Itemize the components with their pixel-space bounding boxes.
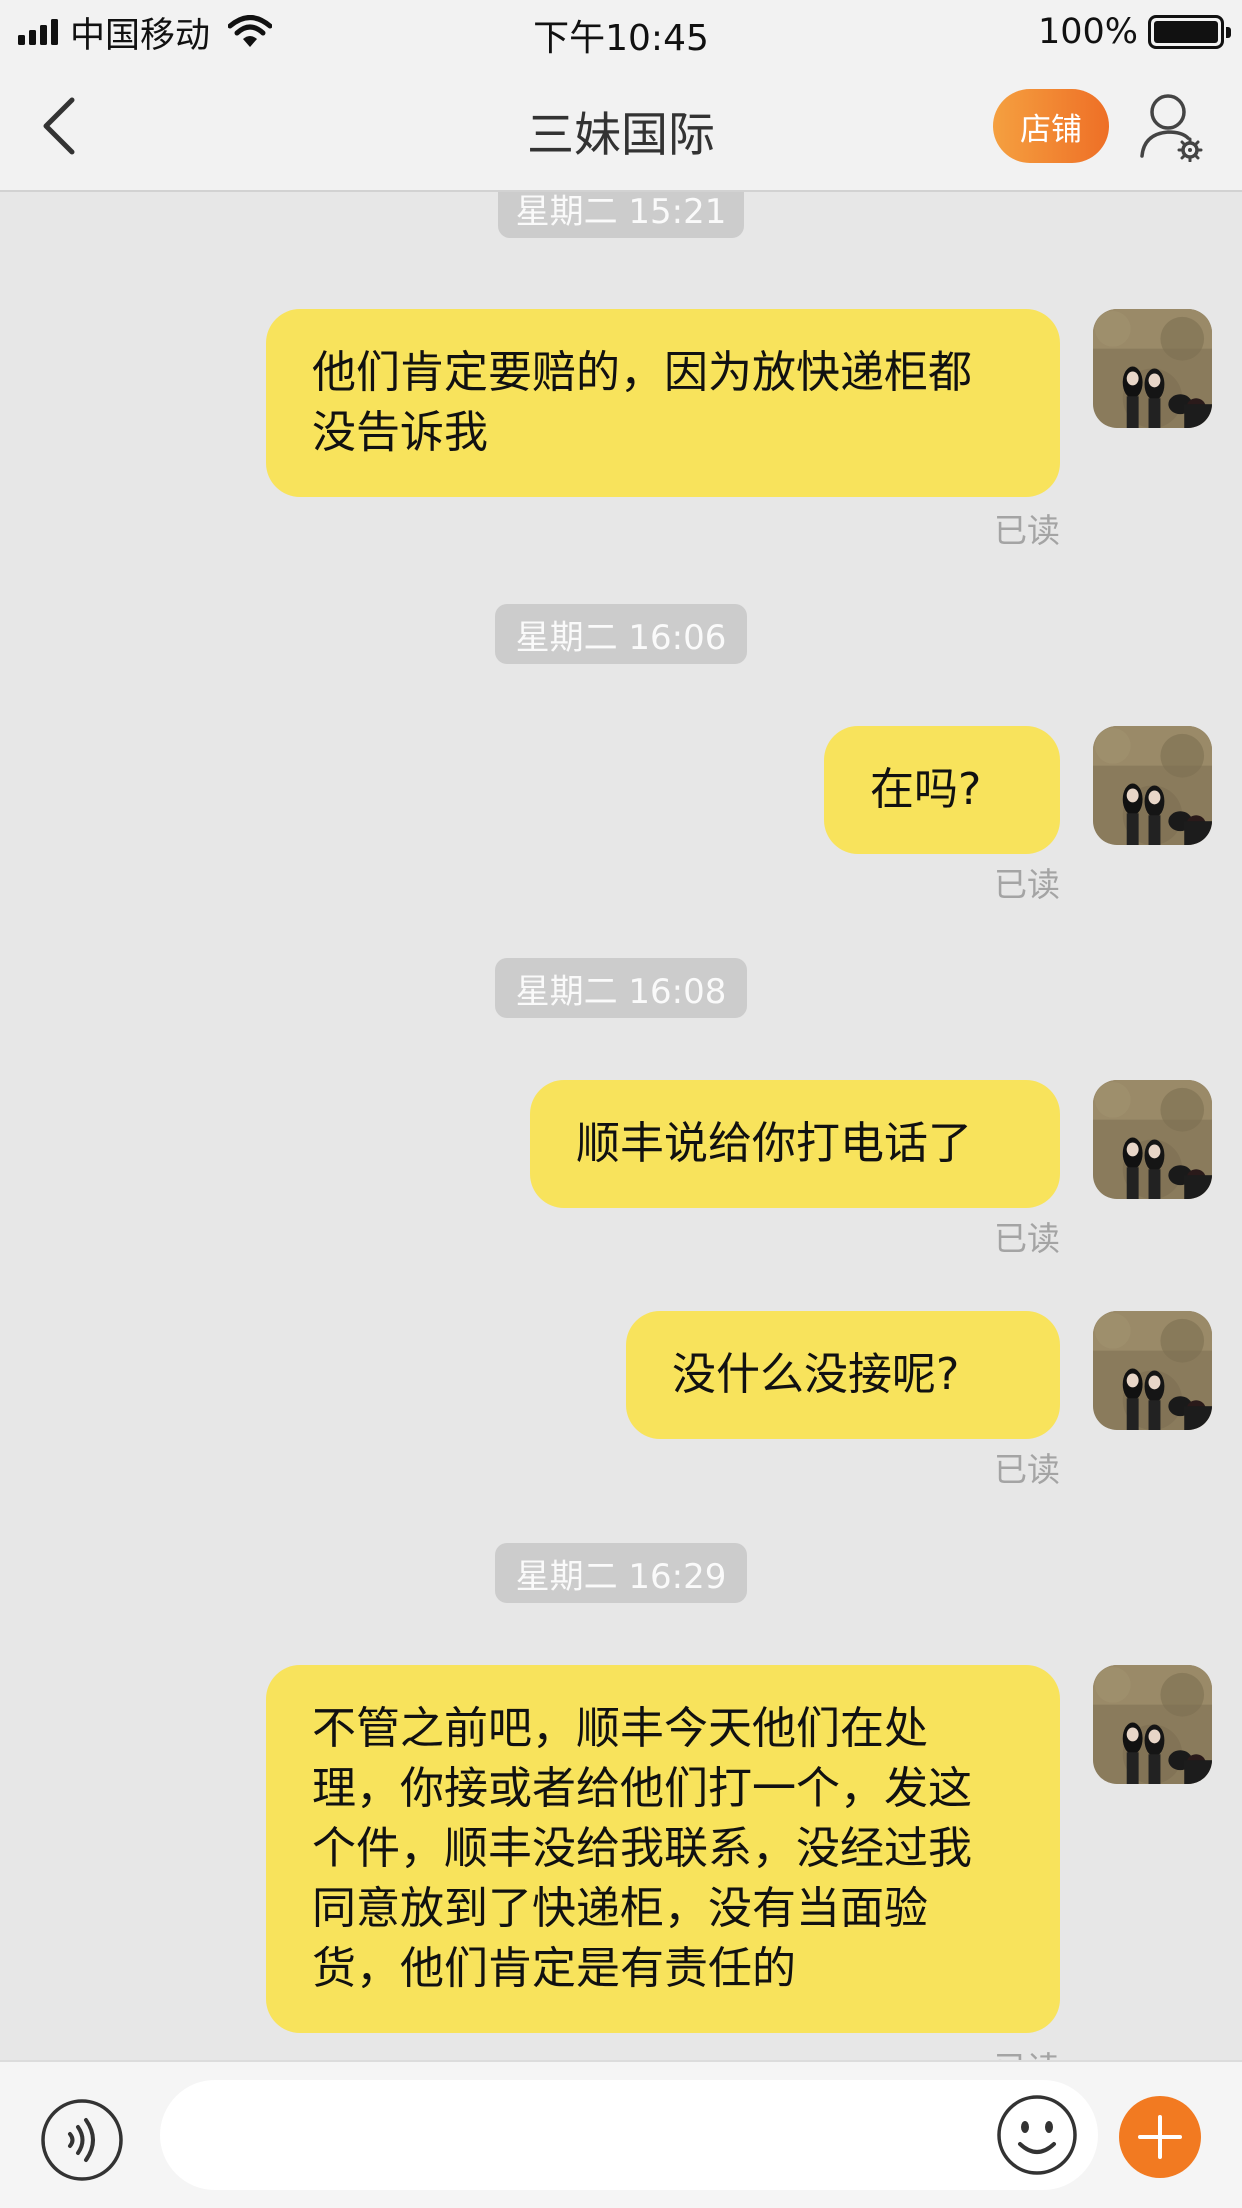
user-settings-icon [1140, 94, 1203, 163]
message-bubble[interactable]: 顺丰说给你打电话了 [530, 1080, 1060, 1208]
message-input[interactable] [160, 2080, 1098, 2190]
read-status: 已读 [994, 1219, 1060, 1258]
timestamp: 星期二 15:21 [498, 192, 744, 238]
battery-icon [1148, 15, 1231, 49]
signal-icon [18, 19, 58, 45]
input-bar [0, 2060, 1242, 2208]
avatar[interactable] [1093, 1665, 1212, 1784]
store-button[interactable]: 店铺 [993, 89, 1109, 163]
nav-bar: 三妹国际 店铺 [0, 62, 1242, 192]
status-right: 100% [1037, 12, 1231, 52]
plus-button[interactable] [1119, 2096, 1201, 2178]
user-settings-button[interactable] [1138, 92, 1206, 163]
back-chevron-icon [43, 97, 75, 155]
wifi-icon [228, 15, 273, 47]
avatar[interactable] [1093, 1311, 1212, 1430]
status-bar: 中国移动 下午10:45 100% [0, 0, 1242, 62]
carrier-name: 中国移动 [70, 15, 211, 56]
battery-percent: 100% [1037, 12, 1138, 52]
plus-icon [1138, 2115, 1182, 2159]
back-button[interactable] [30, 94, 90, 158]
timestamp: 星期二 16:08 [495, 958, 747, 1018]
emoji-icon [997, 2095, 1077, 2175]
chat-area[interactable]: 星期二 15:21 他们肯定要赔的，因为放快递柜都没告诉我 已读 星期二 16:… [0, 192, 1242, 2060]
avatar[interactable] [1093, 309, 1212, 428]
message-bubble[interactable]: 不管之前吧，顺丰今天他们在处理，你接或者给他们打一个，发这个件，顺丰没给我联系，… [266, 1665, 1060, 2033]
read-status: 已读 [994, 1450, 1060, 1489]
avatar[interactable] [1093, 726, 1212, 845]
message-bubble[interactable]: 没什么没接呢? [626, 1311, 1060, 1439]
status-left: 中国移动 [18, 12, 273, 56]
emoji-button[interactable] [996, 2094, 1078, 2176]
timestamp: 星期二 16:06 [495, 604, 747, 664]
voice-icon [41, 2099, 123, 2181]
timestamp: 星期二 16:29 [495, 1543, 747, 1603]
read-status: 已读 [994, 511, 1060, 550]
read-status: 已读 [994, 2042, 1060, 2060]
message-bubble[interactable]: 在吗? [824, 726, 1060, 854]
avatar[interactable] [1093, 1080, 1212, 1199]
voice-button[interactable] [40, 2098, 124, 2182]
read-status: 已读 [994, 865, 1060, 904]
message-bubble[interactable]: 他们肯定要赔的，因为放快递柜都没告诉我 [266, 309, 1060, 497]
